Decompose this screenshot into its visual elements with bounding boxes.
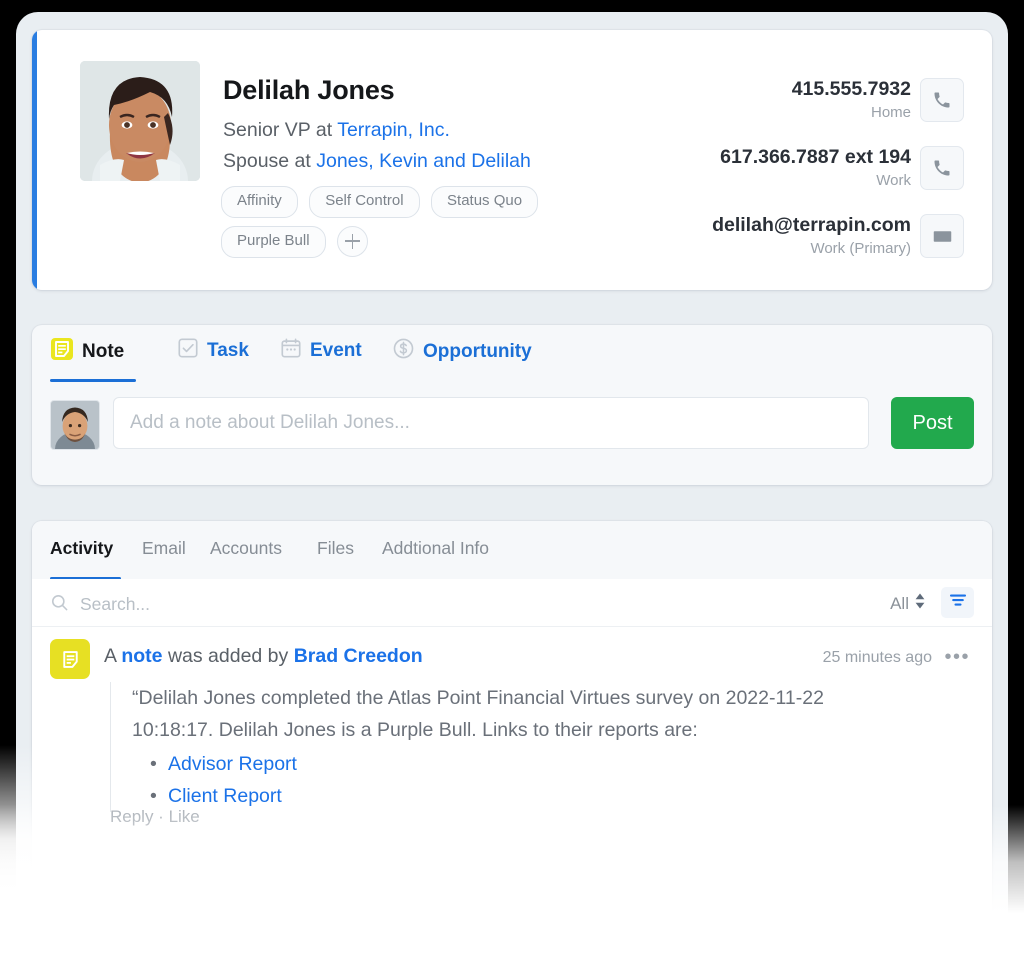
feed-type-link[interactable]: note: [121, 645, 162, 667]
composer-row: Post: [50, 397, 974, 455]
contact-name: Delilah Jones: [223, 75, 395, 105]
contact-household-link[interactable]: Jones, Kevin and Delilah: [316, 150, 531, 172]
tab-event[interactable]: Event: [280, 337, 362, 365]
contact-tag[interactable]: Purple Bull: [221, 225, 326, 258]
contact-method-value[interactable]: 415.555.7932: [792, 76, 911, 102]
feed-actions[interactable]: Reply · Like: [110, 807, 200, 827]
contact-method-value[interactable]: delilah@terrapin.com: [712, 212, 911, 238]
contact-method-text: 415.555.7932 Home: [792, 76, 911, 124]
tab-task[interactable]: Task: [177, 337, 249, 365]
contact-role: Senior VP at Terrapin, Inc.: [223, 119, 450, 142]
advisor-report-link[interactable]: Advisor Report: [132, 748, 922, 780]
activity-search-bar: All: [32, 579, 992, 627]
add-tag-icon[interactable]: [337, 225, 368, 257]
feed-overflow-menu-icon[interactable]: •••: [944, 647, 970, 667]
contact-role-prefix: Senior VP at: [223, 119, 338, 141]
contact-method-value[interactable]: 617.366.7887 ext 194: [720, 144, 911, 170]
note-composer-card: Note Task Event Opportunity Add a note a…: [32, 325, 992, 485]
checkbox-icon: [177, 337, 199, 365]
filter-button[interactable]: [941, 587, 974, 618]
filter-icon: [949, 593, 967, 612]
contact-method-text: 617.366.7887 ext 194 Work: [720, 144, 911, 192]
feed-headline-middle: was added by: [162, 645, 294, 667]
calendar-icon: [280, 337, 302, 365]
tab-note-label: Note: [82, 341, 125, 362]
contact-method-label: Work: [876, 172, 911, 189]
email-icon[interactable]: [920, 214, 964, 258]
contact-relation: Spouse at Jones, Kevin and Delilah: [223, 150, 531, 173]
feed-headline-prefix: A: [104, 645, 122, 667]
active-tab-indicator: [50, 379, 136, 382]
activity-feed: A note was added by Brad Creedon 25 minu…: [32, 627, 992, 951]
tab-opportunity-label: Opportunity: [423, 340, 532, 362]
tab-event-label: Event: [310, 340, 362, 361]
feed-note-body: “Delilah Jones completed the Atlas Point…: [110, 682, 922, 812]
contact-tag[interactable]: Self Control: [309, 186, 420, 218]
contact-company-link[interactable]: Terrapin, Inc.: [337, 119, 450, 141]
tab-accounts[interactable]: Accounts: [210, 538, 282, 559]
sort-control[interactable]: All: [890, 592, 926, 615]
contact-method-label: Work (Primary): [810, 240, 911, 257]
current-user-avatar: [50, 400, 100, 450]
dollar-circle-icon: [392, 337, 415, 366]
post-button[interactable]: Post: [891, 397, 974, 449]
sort-label: All: [890, 593, 909, 613]
note-input[interactable]: [113, 397, 869, 449]
tab-activity[interactable]: Activity: [50, 538, 113, 559]
search-icon: [50, 593, 69, 617]
sort-updown-icon: [914, 592, 926, 615]
device-frame: Delilah Jones Senior VP at Terrapin, Inc…: [0, 0, 1024, 955]
contact-header-card: Delilah Jones Senior VP at Terrapin, Inc…: [32, 30, 992, 290]
note-icon: [50, 639, 90, 679]
app-page: Delilah Jones Senior VP at Terrapin, Inc…: [16, 12, 1008, 955]
composer-tab-bar: Note Task Event Opportunity: [32, 325, 992, 382]
search-input[interactable]: [78, 587, 582, 621]
tab-additional-info[interactable]: Addtional Info: [382, 538, 489, 559]
activity-card: Activity Email Accounts Files Addtional …: [32, 521, 992, 951]
feed-note-line: 10:18:17. Delilah Jones is a Purple Bull…: [132, 719, 698, 741]
tab-note[interactable]: Note: [50, 337, 124, 367]
phone-icon[interactable]: [920, 78, 964, 122]
contact-method-label: Home: [870, 104, 911, 121]
contact-tag-list: Affinity Self Control Status Quo Purple …: [221, 186, 741, 266]
feed-headline: A note was added by Brad Creedon: [104, 645, 423, 668]
contact-tag[interactable]: Status Quo: [431, 186, 539, 218]
client-report-link[interactable]: Client Report: [132, 780, 922, 812]
contact-tag[interactable]: Affinity: [221, 186, 298, 218]
card-accent-bar: [32, 30, 37, 290]
feed-timestamp: 25 minutes ago: [822, 649, 932, 666]
contact-relation-prefix: Spouse at: [223, 150, 317, 172]
feed-note-links: Advisor Report Client Report: [132, 748, 922, 812]
phone-icon[interactable]: [920, 146, 964, 190]
feed-author-link[interactable]: Brad Creedon: [294, 645, 423, 667]
contact-avatar: [80, 61, 200, 181]
tab-opportunity[interactable]: Opportunity: [392, 337, 532, 366]
tab-files[interactable]: Files: [317, 538, 354, 559]
activity-tab-bar: Activity Email Accounts Files Addtional …: [32, 521, 992, 580]
feed-note-line: “Delilah Jones completed the Atlas Point…: [132, 687, 824, 709]
tab-task-label: Task: [207, 340, 249, 361]
note-icon: [50, 337, 74, 367]
tab-email[interactable]: Email: [142, 538, 186, 559]
contact-method-text: delilah@terrapin.com Work (Primary): [712, 212, 911, 260]
